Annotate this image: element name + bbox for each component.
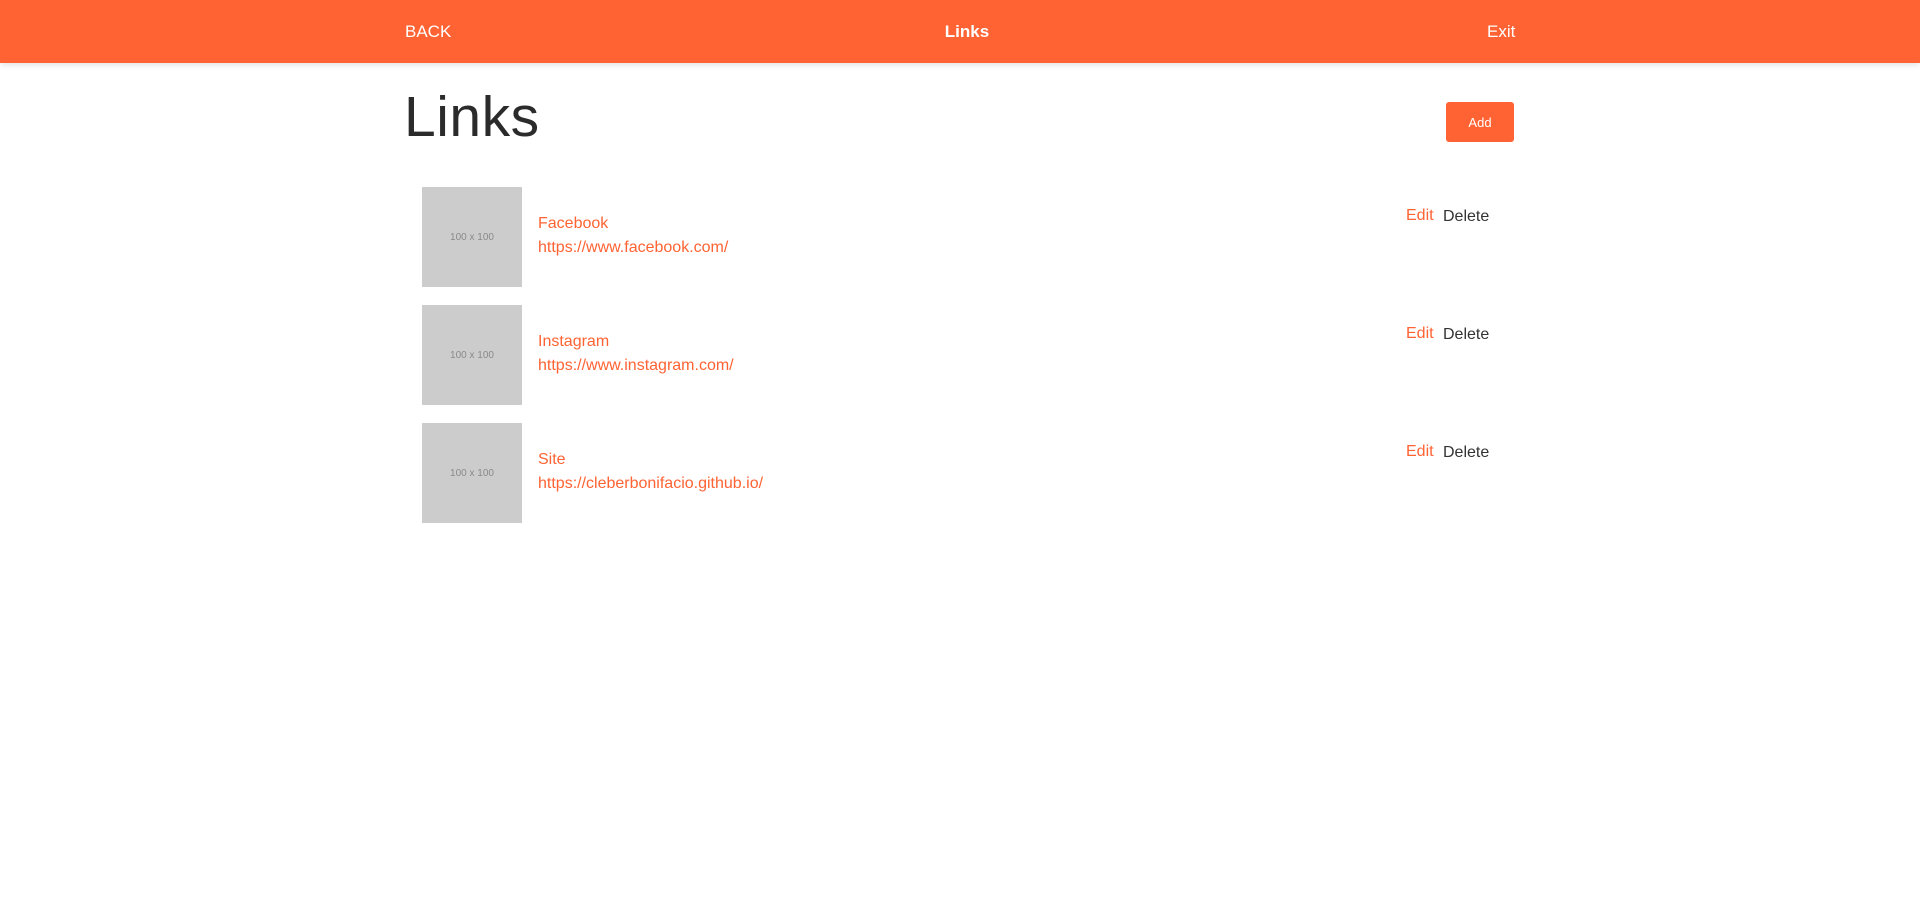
- edit-button[interactable]: Edit: [1406, 207, 1434, 225]
- link-thumbnail: 100 x 100: [422, 305, 522, 405]
- delete-button[interactable]: Delete: [1443, 208, 1489, 226]
- edit-button[interactable]: Edit: [1406, 443, 1434, 461]
- header-title: Links: [944, 22, 990, 41]
- link-thumbnail: 100 x 100: [422, 187, 522, 287]
- link-name[interactable]: Site: [538, 451, 566, 469]
- link-name[interactable]: Facebook: [538, 215, 608, 233]
- link-url[interactable]: https://www.facebook.com/: [538, 239, 728, 257]
- exit-button[interactable]: Exit: [1487, 22, 1515, 42]
- edit-button[interactable]: Edit: [1406, 325, 1434, 343]
- delete-button[interactable]: Delete: [1443, 326, 1489, 344]
- list-item: 100 x 100 Site https://cleberbonifacio.g…: [422, 423, 1514, 523]
- top-navigation-bar: BACK Links Exit: [0, 0, 1920, 63]
- delete-button[interactable]: Delete: [1443, 444, 1489, 462]
- link-thumbnail: 100 x 100: [422, 423, 522, 523]
- list-item: 100 x 100 Facebook https://www.facebook.…: [422, 187, 1514, 287]
- add-link-button[interactable]: Add: [1446, 102, 1514, 142]
- link-url[interactable]: https://www.instagram.com/: [538, 357, 734, 375]
- page-title: Links: [404, 85, 540, 149]
- link-name[interactable]: Instagram: [538, 333, 609, 351]
- link-url[interactable]: https://cleberbonifacio.github.io/: [538, 475, 763, 493]
- list-item: 100 x 100 Instagram https://www.instagra…: [422, 305, 1514, 405]
